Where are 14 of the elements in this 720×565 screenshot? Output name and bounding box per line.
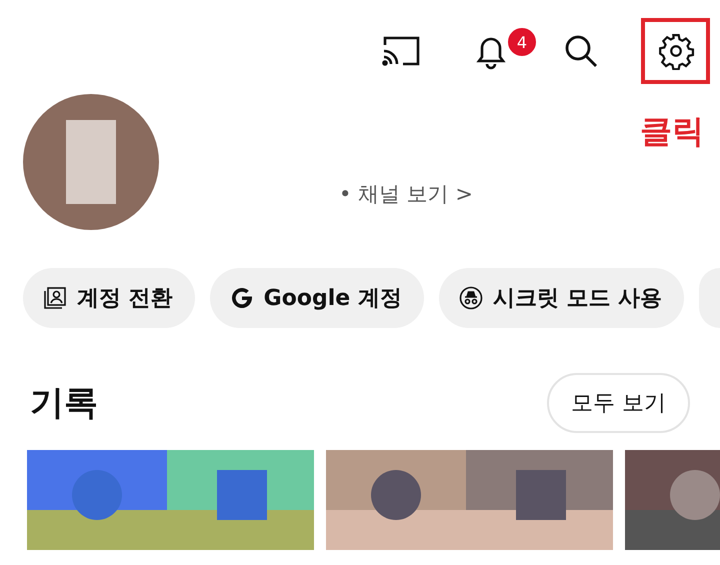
view-all-button[interactable]: 모두 보기 [547, 373, 690, 433]
google-icon [230, 286, 254, 310]
chip[interactable]: 계정 전환 [23, 268, 195, 328]
chip[interactable]: Google 계정 [210, 268, 424, 328]
incognito-icon [458, 286, 483, 310]
section-title: 기록 [30, 382, 98, 425]
account-switch-icon [43, 286, 67, 310]
click-annotation: 클릭 [640, 111, 704, 152]
channel-link[interactable]: • 채널 보기 > [339, 180, 474, 208]
notification-badge: 4 [506, 26, 538, 58]
search-icon[interactable] [563, 33, 599, 69]
settings-icon[interactable] [656, 32, 694, 70]
chip[interactable]: 시크릿 모드 사용 [438, 268, 684, 328]
cast-icon[interactable] [381, 35, 421, 67]
